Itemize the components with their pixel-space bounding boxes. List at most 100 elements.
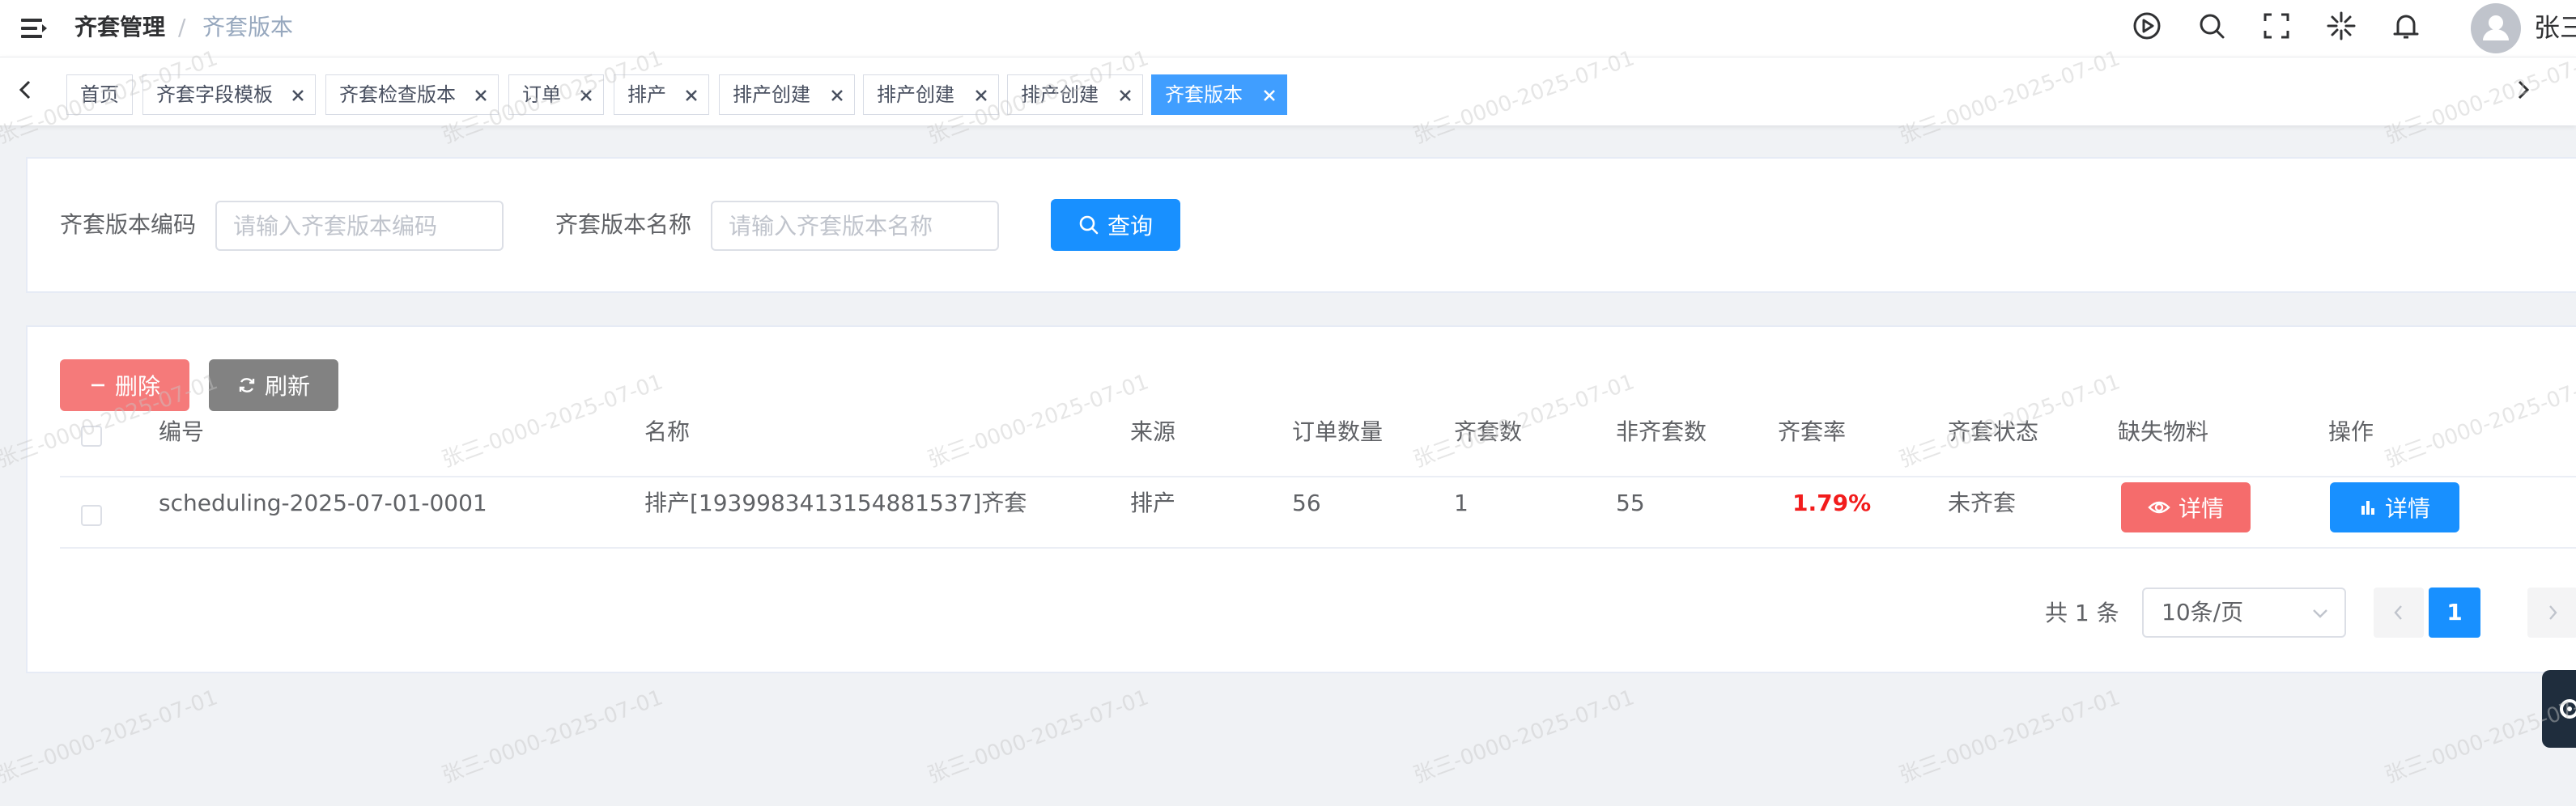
close-icon[interactable]	[684, 88, 699, 103]
chevron-down-icon	[2310, 605, 2330, 621]
column-header-non-kit-count: 非齐套数	[1616, 418, 1707, 445]
select-all-checkbox[interactable]	[81, 426, 102, 447]
query-button[interactable]: 查询	[1051, 199, 1180, 251]
close-icon[interactable]	[474, 88, 488, 103]
column-header-missing-materials: 缺失物料	[2118, 418, 2209, 445]
search-icon	[1079, 215, 1099, 235]
prev-page-button[interactable]	[2374, 588, 2424, 638]
cell-order-count: 56	[1292, 490, 1321, 516]
row-divider	[60, 547, 2576, 549]
tag-item[interactable]: 排产创建	[719, 74, 855, 115]
page-number-current[interactable]: 1	[2429, 588, 2480, 638]
action-detail-button[interactable]: 详情	[2330, 482, 2459, 532]
tag-label: 首页	[80, 83, 119, 106]
tag-item[interactable]: 订单	[508, 74, 604, 115]
eye-icon	[2148, 501, 2170, 514]
top-navbar: 齐套管理 / 齐套版本 张三	[0, 0, 2576, 57]
tag-home[interactable]: 首页	[66, 74, 133, 115]
bar-chart-icon	[2361, 501, 2374, 515]
username[interactable]: 张三	[2534, 11, 2576, 44]
table-card: 删除 刷新 编号 名称 来源 订单数量 齐套数 非齐套数 齐套率 齐套状态 缺失…	[26, 325, 2576, 673]
cell-kit-count: 1	[1454, 490, 1469, 516]
breadcrumb-item[interactable]: 齐套管理	[74, 11, 165, 44]
close-icon[interactable]	[291, 88, 305, 103]
query-button-label: 查询	[1107, 213, 1153, 240]
cell-source: 排产	[1130, 490, 1176, 516]
next-page-button[interactable]	[2527, 588, 2576, 638]
page-size-select[interactable]: 10条/页	[2142, 588, 2346, 638]
tag-label: 齐套字段模板	[156, 83, 273, 106]
watermark-text: 张三-0000-2025-07-01	[1896, 685, 2123, 788]
name-label: 齐套版本名称	[555, 211, 692, 238]
tag-active[interactable]: 齐套版本	[1151, 74, 1287, 115]
column-header-kit-count: 齐套数	[1454, 418, 1523, 445]
tag-item[interactable]: 排产创建	[863, 74, 999, 115]
column-header-order-count: 订单数量	[1292, 418, 1384, 445]
tag-item[interactable]: 齐套字段模板	[142, 74, 316, 115]
fullscreen-icon[interactable]	[2260, 10, 2293, 42]
column-header-kit-status: 齐套状态	[1948, 418, 2039, 445]
column-header-code: 编号	[159, 418, 205, 445]
delete-button-label: 删除	[114, 373, 160, 400]
tag-label: 齐套版本	[1165, 83, 1243, 106]
breadcrumb-current: 齐套版本	[202, 14, 294, 40]
tag-label: 排产创建	[733, 83, 810, 106]
tag-item[interactable]: 排产创建	[1007, 74, 1143, 115]
avatar[interactable]	[2471, 3, 2521, 53]
hamburger-icon[interactable]	[18, 15, 50, 42]
refresh-button[interactable]: 刷新	[209, 359, 338, 411]
close-icon[interactable]	[1118, 88, 1133, 103]
minus-icon	[91, 384, 104, 387]
refresh-icon	[239, 378, 255, 392]
cell-code: scheduling-2025-07-01-0001	[159, 490, 487, 516]
refresh-button-label: 刷新	[264, 373, 310, 400]
chevron-right-icon	[2549, 605, 2557, 620]
missing-detail-label: 详情	[2178, 495, 2224, 522]
tag-label: 排产	[627, 83, 666, 106]
tags-scroll-right-icon[interactable]	[2508, 75, 2537, 104]
play-circle-icon[interactable]	[2131, 10, 2163, 42]
row-checkbox[interactable]	[81, 505, 102, 526]
search-form-card: 齐套版本编码 齐套版本名称 查询	[26, 157, 2576, 293]
column-header-kit-rate: 齐套率	[1778, 418, 1847, 445]
watermark-text: 张三-0000-2025-07-01	[439, 685, 666, 788]
cell-non-kit-count: 55	[1616, 490, 1645, 516]
cell-kit-status: 未齐套	[1948, 490, 2017, 516]
tag-label: 排产创建	[877, 83, 954, 106]
column-header-name: 名称	[644, 418, 691, 445]
header-divider	[60, 476, 2576, 477]
page-size-value: 10条/页	[2162, 599, 2244, 626]
tag-item[interactable]: 排产	[614, 74, 709, 115]
missing-materials-detail-button[interactable]: 详情	[2121, 482, 2251, 532]
cell-kit-rate: 1.79%	[1792, 490, 1872, 516]
pagination-total: 共 1 条	[2045, 600, 2119, 626]
chevron-left-icon	[2394, 605, 2402, 620]
tag-label: 排产创建	[1021, 83, 1099, 106]
settings-drawer-button[interactable]	[2542, 670, 2576, 748]
tag-label: 订单	[522, 83, 561, 106]
action-detail-label: 详情	[2384, 495, 2430, 522]
tags-scroll-left-icon[interactable]	[11, 75, 40, 104]
code-label: 齐套版本编码	[60, 211, 197, 238]
watermark-text: 张三-0000-2025-07-01	[925, 685, 1152, 788]
close-icon[interactable]	[974, 88, 988, 103]
gear-icon	[2560, 699, 2576, 719]
tag-item[interactable]: 齐套检查版本	[325, 74, 499, 115]
code-input[interactable]	[215, 201, 504, 251]
breadcrumb-separator: /	[178, 14, 186, 40]
search-icon[interactable]	[2196, 10, 2228, 42]
theme-sparkle-icon[interactable]	[2325, 10, 2357, 42]
close-icon[interactable]	[579, 88, 593, 103]
column-header-source: 来源	[1130, 418, 1176, 445]
delete-button[interactable]: 删除	[60, 359, 189, 411]
watermark-text: 张三-0000-2025-07-01	[1410, 685, 1638, 788]
cell-name: 排产[1939983413154881537]齐套	[644, 490, 1027, 516]
close-icon[interactable]	[830, 88, 844, 103]
bell-icon[interactable]	[2390, 10, 2422, 42]
tag-label: 齐套检查版本	[339, 83, 456, 106]
tags-view-bar: 首页 齐套字段模板 齐套检查版本 订单 排产 排产创建 排产创建 排产创建 齐套…	[0, 57, 2576, 125]
close-icon[interactable]	[1262, 88, 1277, 103]
column-header-actions: 操作	[2328, 418, 2374, 445]
watermark-text: 张三-0000-2025-07-01	[0, 685, 221, 788]
name-input[interactable]	[711, 201, 999, 251]
